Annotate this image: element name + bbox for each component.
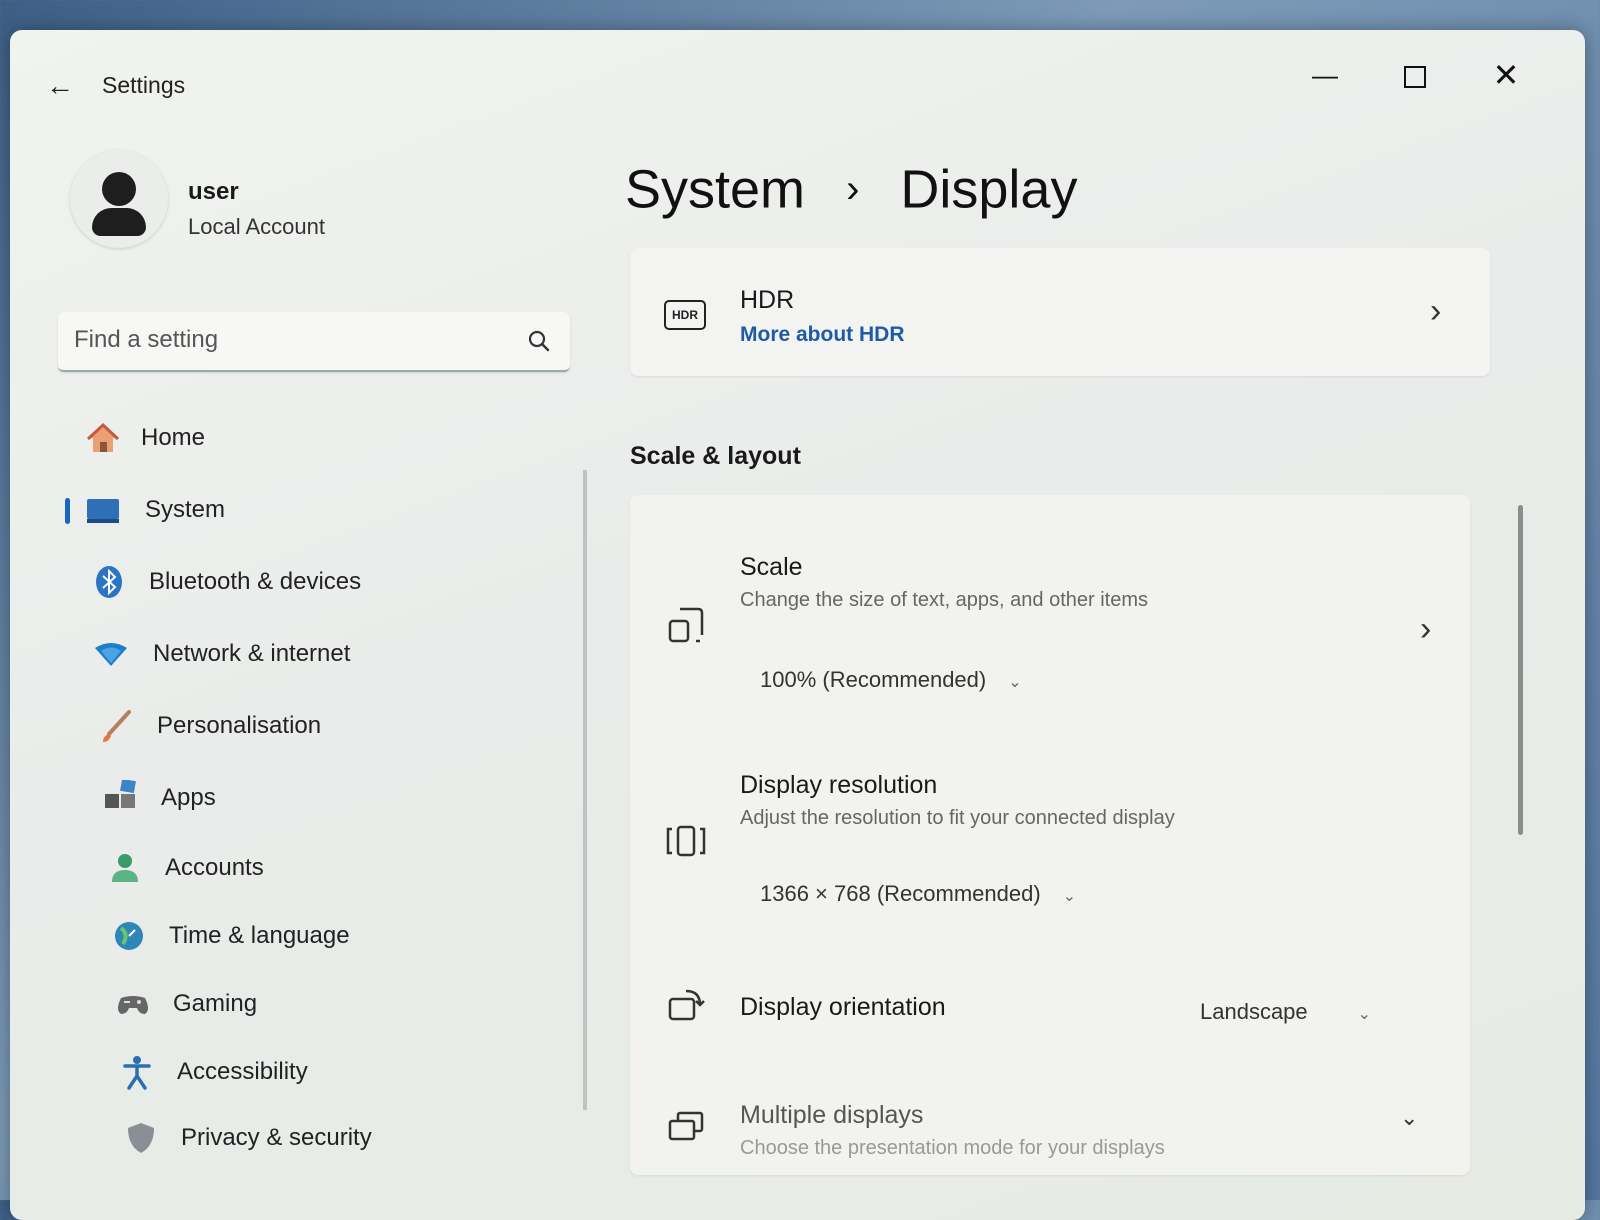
scale-layout-card: Scale Change the size of text, apps, and…	[630, 495, 1470, 1175]
orientation-icon	[668, 989, 705, 1021]
resolution-title: Display resolution	[740, 771, 938, 799]
chevron-right-icon: ›	[1430, 292, 1442, 330]
pane-divider	[583, 470, 587, 1110]
scale-title: Scale	[740, 553, 803, 581]
chevron-down-icon: ⌄	[1062, 888, 1077, 905]
apps-icon	[105, 780, 136, 808]
globe-clock-icon	[115, 922, 143, 950]
breadcrumb-parent[interactable]: System	[625, 160, 805, 220]
app-title: Settings	[102, 72, 186, 98]
gamepad-icon	[118, 996, 148, 1014]
search-icon	[528, 330, 550, 352]
minimize-button[interactable]: —	[1295, 50, 1355, 100]
sidebar-item-label: Personalisation	[157, 712, 322, 739]
maximize-icon	[1404, 66, 1426, 89]
settings-window: ← Settings — ✕ user Local Account Find a…	[10, 30, 1585, 1220]
breadcrumb-separator-icon: ›	[846, 167, 860, 212]
sidebar-item-home[interactable]: Home	[65, 410, 565, 466]
orientation-title: Display orientation	[740, 993, 946, 1021]
account-type: Local Account	[188, 214, 325, 239]
chevron-down-icon: ⌄	[1008, 674, 1022, 691]
resolution-value: 1366 × 768 (Recommended)	[760, 881, 1041, 906]
sidebar-item-apps[interactable]: Apps	[65, 770, 565, 826]
section-title: Scale & layout	[630, 442, 801, 470]
accessibility-icon	[123, 1056, 151, 1090]
hdr-more-link[interactable]: More about HDR	[740, 323, 905, 347]
scrollbar[interactable]	[1518, 505, 1523, 835]
scale-value: 100% (Recommended)	[760, 667, 987, 692]
avatar-body-shape	[92, 208, 146, 236]
sidebar-item-bluetooth[interactable]: Bluetooth & devices	[65, 554, 565, 610]
close-button[interactable]: ✕	[1476, 50, 1536, 100]
resolution-subtitle: Adjust the resolution to fit your connec…	[740, 807, 1175, 829]
sidebar-item-privacy[interactable]: Privacy & security	[65, 1110, 565, 1166]
brush-icon	[103, 710, 131, 742]
system-icon	[87, 499, 119, 523]
minimize-icon: —	[1312, 60, 1338, 90]
multiple-displays-title: Multiple displays	[740, 1101, 924, 1129]
close-icon: ✕	[1492, 57, 1520, 93]
sidebar-item-label: Network & internet	[153, 640, 351, 667]
orientation-value: Landscape	[1200, 999, 1308, 1024]
sidebar-item-label: System	[145, 496, 226, 523]
chevron-down-icon: ⌄	[1357, 1006, 1372, 1023]
sidebar-item-label: Accessibility	[177, 1058, 308, 1085]
multiple-displays-row[interactable]: Multiple displays Choose the presentatio…	[630, 1085, 1470, 1175]
sidebar-item-gaming[interactable]: Gaming	[65, 976, 565, 1032]
accounts-icon	[112, 854, 138, 882]
sidebar-item-accessibility[interactable]: Accessibility	[65, 1044, 565, 1100]
hdr-icon: HDR	[664, 300, 706, 330]
breadcrumb: System › Display	[625, 155, 1077, 221]
selection-indicator	[65, 498, 70, 524]
page-title: Display	[900, 159, 1078, 220]
sidebar-item-network[interactable]: Network & internet	[65, 626, 565, 682]
sidebar-item-label: Accounts	[165, 854, 264, 881]
shield-icon	[128, 1123, 154, 1153]
back-button[interactable]: ←	[40, 68, 80, 104]
resolution-icon	[666, 825, 706, 857]
maximize-button[interactable]	[1385, 50, 1445, 100]
sidebar-item-system[interactable]: System	[65, 482, 565, 538]
wifi-icon	[95, 643, 127, 666]
scale-subtitle: Change the size of text, apps, and other…	[740, 589, 1149, 611]
user-name: user	[188, 178, 239, 205]
home-icon	[86, 422, 120, 452]
sidebar-item-label: Apps	[161, 784, 216, 811]
sidebar-item-label: Privacy & security	[181, 1124, 372, 1151]
resolution-dropdown[interactable]: 1366 × 768 (Recommended) ⌄	[760, 881, 1076, 907]
bluetooth-icon	[96, 566, 122, 598]
hdr-title: HDR	[740, 286, 795, 314]
chevron-down-icon[interactable]: ⌄	[1400, 1105, 1418, 1131]
sidebar-item-personalisation[interactable]: Personalisation	[65, 698, 565, 754]
sidebar-item-accounts[interactable]: Accounts	[65, 840, 565, 896]
scale-row[interactable]: Scale Change the size of text, apps, and…	[630, 495, 1470, 695]
avatar[interactable]	[70, 150, 168, 248]
multiple-displays-icon	[668, 1111, 704, 1141]
orientation-row[interactable]: Display orientation Landscape ⌄	[630, 965, 1470, 1045]
orientation-dropdown[interactable]: Landscape ⌄	[1200, 999, 1371, 1025]
avatar-head-shape	[102, 172, 136, 206]
arrow-left-icon: ←	[46, 70, 74, 101]
chevron-right-icon: ›	[1420, 610, 1432, 648]
sidebar-item-time-language[interactable]: Time & language	[65, 908, 565, 964]
search-input[interactable]: Find a setting	[74, 326, 218, 354]
sidebar-item-label: Bluetooth & devices	[149, 568, 362, 595]
sidebar-item-label: Home	[141, 424, 206, 451]
scale-dropdown[interactable]: 100% (Recommended) ⌄	[760, 667, 1022, 693]
hdr-card[interactable]: HDR HDR More about HDR ›	[630, 248, 1490, 376]
sidebar-item-label: Gaming	[173, 990, 258, 1017]
multiple-displays-subtitle: Choose the presentation mode for your di…	[740, 1137, 1165, 1159]
search-box[interactable]: Find a setting	[58, 312, 570, 372]
scale-icon	[668, 607, 704, 643]
title-bar: ← Settings — ✕	[10, 30, 1585, 125]
sidebar-item-label: Time & language	[169, 922, 350, 949]
resolution-row[interactable]: Display resolution Adjust the resolution…	[630, 745, 1470, 925]
